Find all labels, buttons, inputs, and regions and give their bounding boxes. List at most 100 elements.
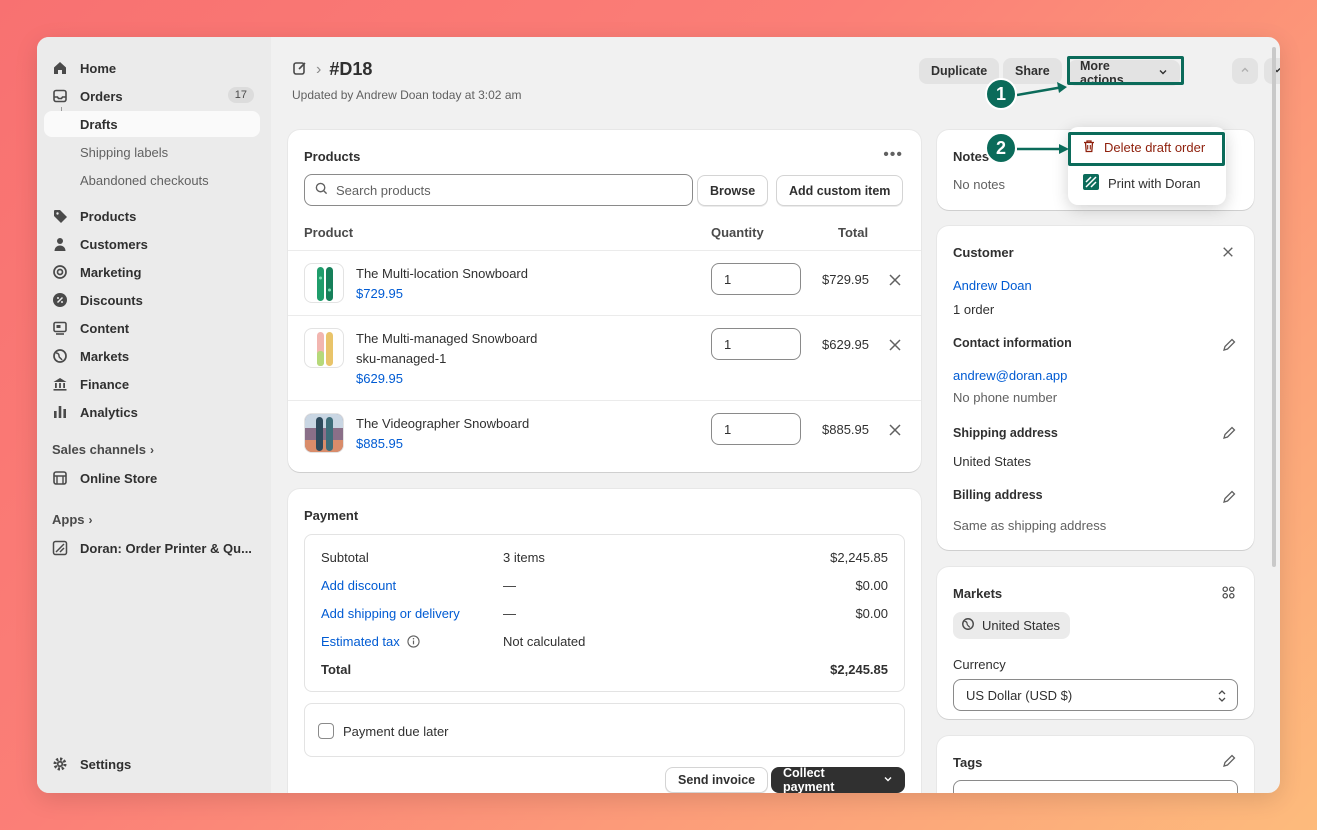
currency-label: Currency [953, 657, 1006, 672]
quantity-input[interactable]: 1 [711, 328, 801, 360]
tags-card: Tags [937, 736, 1254, 793]
column-header-quantity: Quantity [711, 225, 764, 240]
market-chip: United States [953, 612, 1071, 639]
row-total: $885.95 [822, 422, 869, 437]
apps-heading[interactable]: Apps › [52, 512, 93, 527]
notes-value: No notes [953, 177, 1006, 192]
print-with-doran-highlight [1068, 132, 1225, 166]
sidebar-item-doran-app[interactable]: Doran: Order Printer & Qu... [44, 535, 260, 561]
sidebar-item-settings[interactable]: Settings [44, 751, 260, 777]
sidebar-item-analytics[interactable]: Analytics [44, 399, 260, 425]
divider [288, 315, 921, 316]
product-name[interactable]: The Multi-managed Snowboard [356, 331, 537, 346]
duplicate-button[interactable]: Duplicate [919, 58, 1000, 84]
sidebar-item-home[interactable]: Home [44, 55, 260, 81]
more-actions-highlight [1067, 56, 1184, 85]
sidebar-item-abandoned-checkouts[interactable]: Abandoned checkouts [44, 167, 260, 193]
sidebar-item-products[interactable]: Products [44, 203, 260, 229]
product-thumbnail [304, 263, 344, 303]
sidebar-item-discounts[interactable]: Discounts [44, 287, 260, 313]
sidebar-item-online-store[interactable]: Online Store [44, 465, 260, 491]
shipping-address-value: United States [953, 454, 1032, 469]
scrollbar[interactable] [1272, 47, 1276, 567]
browse-button[interactable]: Browse [697, 175, 769, 206]
payment-card: Payment Subtotal 3 items $2,245.85 Add d… [288, 489, 921, 793]
customer-title: Customer [953, 245, 1014, 260]
payment-card-title: Payment [304, 508, 359, 523]
sidebar-item-drafts[interactable]: Drafts [44, 111, 260, 137]
store-icon [52, 470, 68, 486]
collect-payment-button[interactable]: Collect payment [771, 766, 905, 793]
inbox-icon [52, 88, 68, 104]
add-shipping-link[interactable]: Add shipping or delivery [321, 606, 460, 621]
send-invoice-button[interactable]: Send invoice [665, 767, 769, 793]
tags-input[interactable] [953, 780, 1238, 793]
discount-icon [52, 292, 68, 308]
customer-phone: No phone number [953, 390, 1058, 405]
sidebar-item-finance[interactable]: Finance [44, 371, 260, 397]
customer-email-link[interactable]: andrew@doran.app [953, 368, 1067, 383]
draft-order-icon[interactable] [292, 60, 308, 79]
globe-icon [961, 617, 975, 634]
orders-count-badge: 17 [227, 87, 254, 103]
globe-icon [52, 348, 68, 364]
product-name[interactable]: The Multi-location Snowboard [356, 266, 528, 281]
billing-address-heading: Billing address [953, 488, 1043, 502]
sales-channels-heading[interactable]: Sales channels › [52, 442, 154, 457]
info-icon[interactable] [407, 635, 421, 651]
print-with-doran-item[interactable]: Print with Doran [1074, 169, 1220, 197]
discount-row: Add discount — $0.00 [321, 578, 888, 593]
annotation-marker-1: 1 [985, 78, 1017, 110]
sidebar-item-content[interactable]: Content [44, 315, 260, 341]
breadcrumb-chevron-icon: › [316, 60, 322, 78]
search-products-input[interactable]: Search products [304, 174, 693, 206]
previous-order-button[interactable] [1232, 58, 1258, 84]
edit-contact-pencil-icon[interactable] [1222, 338, 1236, 352]
currency-select[interactable]: US Dollar (USD $) [953, 679, 1238, 711]
quantity-input[interactable]: 1 [711, 263, 801, 295]
sidebar-item-marketing[interactable]: Marketing [44, 259, 260, 285]
remove-item-icon[interactable] [888, 423, 902, 437]
sidebar-item-shipping-labels[interactable]: Shipping labels [44, 139, 260, 165]
customer-card: Customer Andrew Doan 1 order Contact inf… [937, 226, 1254, 550]
tax-row: Estimated tax Not calculated [321, 634, 586, 651]
remove-customer-icon[interactable] [1222, 246, 1234, 261]
markets-title: Markets [953, 586, 1003, 601]
payment-due-later-checkbox[interactable] [318, 723, 334, 739]
markets-settings-icon[interactable] [1221, 585, 1236, 603]
shipping-row: Add shipping or delivery — $0.00 [321, 606, 888, 621]
tags-title: Tags [953, 755, 983, 770]
billing-address-value: Same as shipping address [953, 518, 1107, 533]
edit-tags-pencil-icon[interactable] [1222, 754, 1236, 768]
sidebar-item-customers[interactable]: Customers [44, 231, 260, 257]
product-price[interactable]: $885.95 [356, 436, 403, 451]
edit-billing-pencil-icon[interactable] [1222, 490, 1236, 504]
row-total: $729.95 [822, 272, 869, 287]
sidebar-item-orders[interactable]: Orders 17 [44, 83, 260, 109]
payment-summary: Subtotal 3 items $2,245.85 Add discount … [304, 534, 905, 692]
sidebar: Home Orders 17 Drafts Shipping labels Ab… [37, 37, 271, 793]
product-name[interactable]: The Videographer Snowboard [356, 416, 529, 431]
annotation-marker-2: 2 [985, 132, 1017, 164]
select-chevrons-icon [1217, 689, 1227, 706]
tag-icon [52, 208, 68, 224]
edit-shipping-pencil-icon[interactable] [1222, 426, 1236, 440]
chevron-up-icon [1240, 64, 1250, 78]
bar-chart-icon [52, 404, 68, 420]
products-card: Products ••• Search products Browse Add … [288, 130, 921, 472]
add-custom-item-button[interactable]: Add custom item [776, 175, 904, 206]
add-discount-link[interactable]: Add discount [321, 578, 396, 593]
shopify-admin-window: Home Orders 17 Drafts Shipping labels Ab… [37, 37, 1280, 793]
remove-item-icon[interactable] [888, 273, 902, 287]
estimated-tax-link[interactable]: Estimated tax [321, 634, 421, 651]
product-price[interactable]: $729.95 [356, 286, 403, 301]
more-options-icon[interactable]: ••• [883, 146, 903, 164]
quantity-input[interactable]: 1 [711, 413, 801, 445]
customer-name-link[interactable]: Andrew Doan [953, 278, 1032, 293]
sidebar-item-markets[interactable]: Markets [44, 343, 260, 369]
remove-item-icon[interactable] [888, 338, 902, 352]
divider [288, 400, 921, 401]
page-subtitle: Updated by Andrew Doan today at 3:02 am [292, 88, 522, 102]
chevron-right-icon: › [149, 442, 154, 457]
product-price[interactable]: $629.95 [356, 371, 403, 386]
